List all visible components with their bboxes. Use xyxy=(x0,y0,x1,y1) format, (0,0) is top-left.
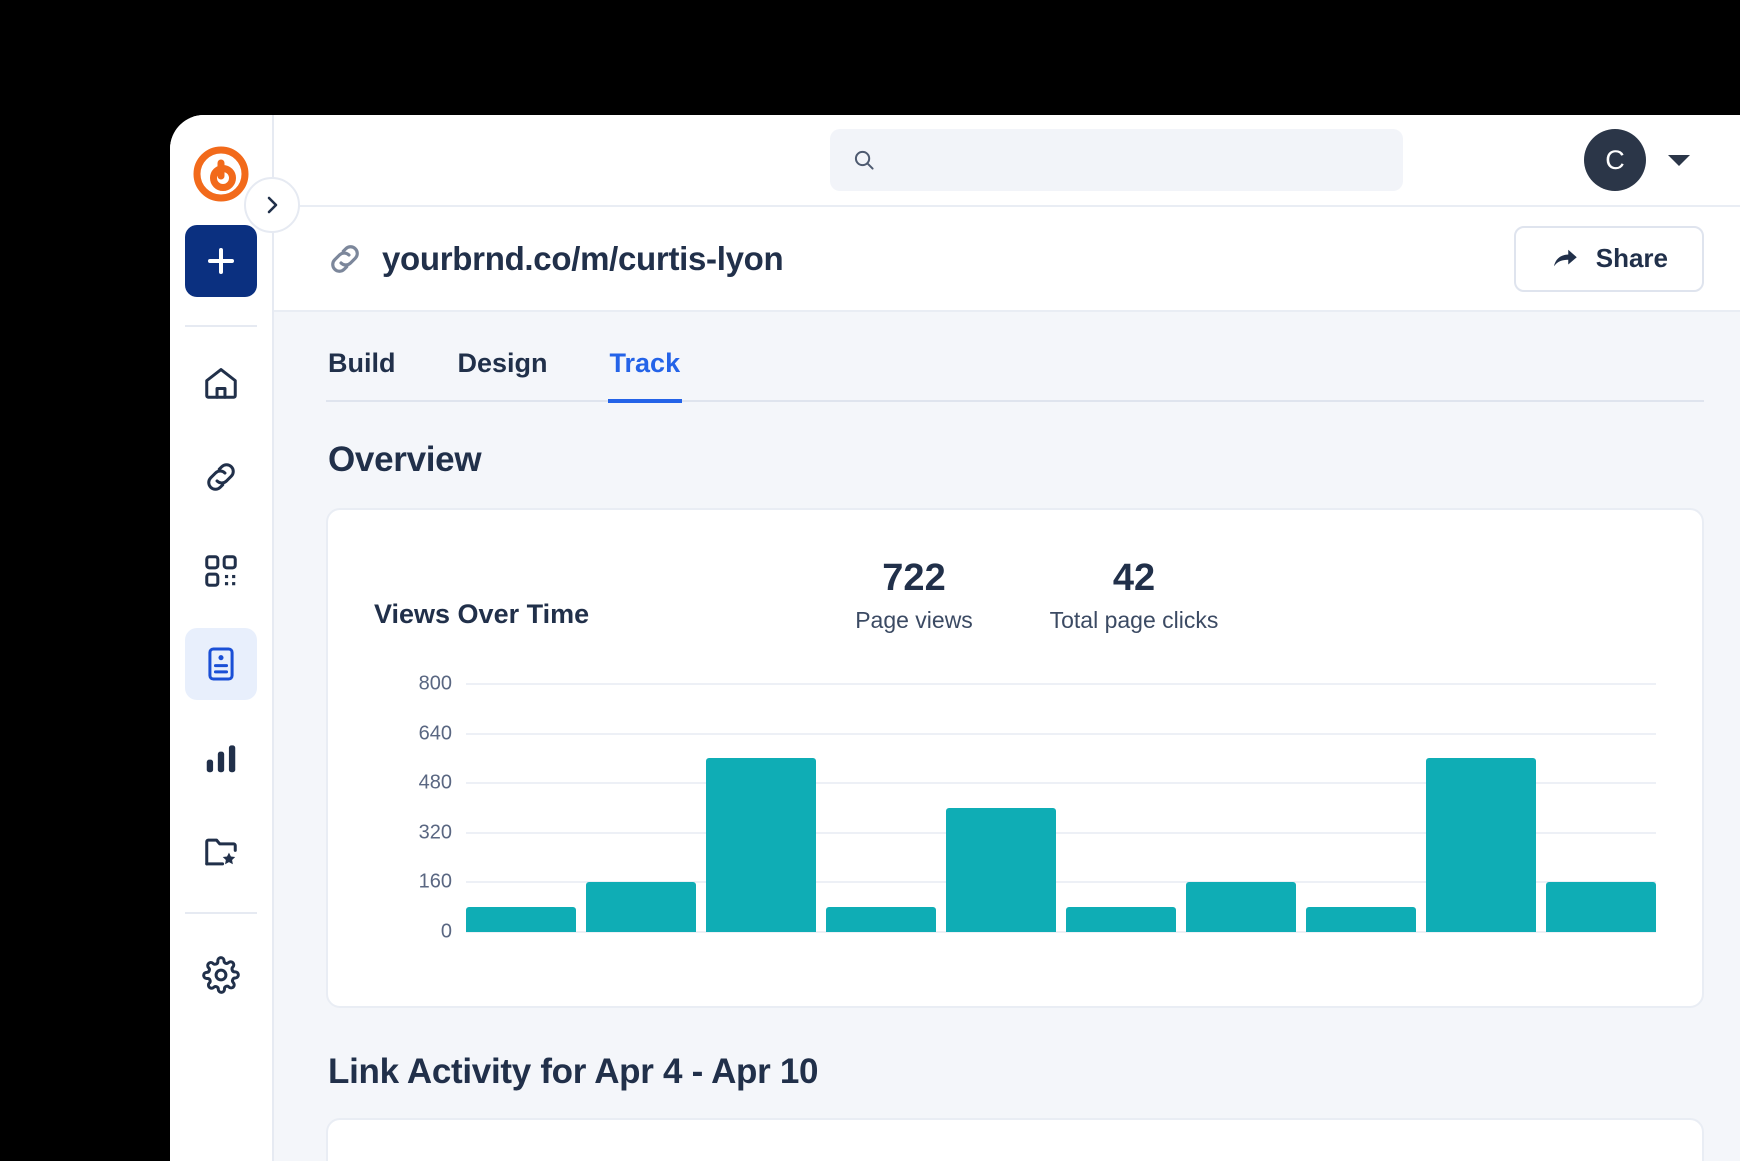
y-axis-tick-label: 640 xyxy=(374,722,452,745)
sidebar-item-settings[interactable] xyxy=(185,939,257,1011)
link-icon xyxy=(202,458,240,496)
chart-bar[interactable] xyxy=(1546,882,1656,932)
tab-build[interactable]: Build xyxy=(326,348,398,403)
stats-row: Views Over Time 722 Page views 42 Total … xyxy=(374,542,1656,634)
sidebar-item-pages[interactable] xyxy=(185,628,257,700)
bitly-logo[interactable] xyxy=(192,145,250,203)
stat-label: Total page clicks xyxy=(1024,607,1244,634)
share-button-label: Share xyxy=(1596,243,1668,274)
overview-heading: Overview xyxy=(328,440,1704,480)
main-content: C yourbrnd.co/m/curtis-lyon Share Build … xyxy=(274,115,1740,1161)
link-activity-heading: Link Activity for Apr 4 - Apr 10 xyxy=(328,1052,1704,1092)
sidebar-item-qr-codes[interactable] xyxy=(185,535,257,607)
stat-page-views: 722 Page views xyxy=(804,559,1024,634)
sidebar-item-analytics[interactable] xyxy=(185,722,257,794)
track-panel: Build Design Track Overview Views Over T… xyxy=(274,312,1740,1161)
stat-total-page-clicks: 42 Total page clicks xyxy=(1024,559,1244,634)
account-area: C xyxy=(1584,129,1704,191)
home-icon xyxy=(202,364,240,402)
chart-title: Views Over Time xyxy=(374,599,804,634)
chart-bar[interactable] xyxy=(466,907,576,932)
chart-bar[interactable] xyxy=(1066,907,1176,932)
link-activity-card xyxy=(326,1118,1704,1161)
y-axis-tick-label: 160 xyxy=(374,871,452,894)
chart-bar[interactable] xyxy=(946,808,1056,932)
share-button[interactable]: Share xyxy=(1514,226,1704,292)
avatar[interactable]: C xyxy=(1584,129,1646,191)
pages-icon xyxy=(202,645,240,683)
sidebar xyxy=(170,115,274,1161)
sidebar-bottom-divider xyxy=(185,912,257,914)
analytics-icon xyxy=(202,739,240,777)
link-icon xyxy=(326,240,364,278)
chart-bar[interactable] xyxy=(1306,907,1416,932)
sidebar-item-campaigns[interactable] xyxy=(185,816,257,888)
plus-icon xyxy=(206,246,236,276)
qr-code-icon xyxy=(202,552,240,590)
y-axis-tick-label: 0 xyxy=(374,921,452,944)
y-axis-tick-label: 480 xyxy=(374,772,452,795)
views-over-time-chart: 0 160 320 480 640 800 xyxy=(374,654,1656,954)
search-bar[interactable] xyxy=(830,129,1403,191)
share-arrow-icon xyxy=(1550,244,1580,274)
tab-track[interactable]: Track xyxy=(608,348,683,403)
tab-bar: Build Design Track xyxy=(326,312,1704,402)
bar-series xyxy=(466,684,1656,932)
chart-bar[interactable] xyxy=(1186,882,1296,932)
gear-icon xyxy=(202,956,240,994)
folder-star-icon xyxy=(202,833,240,871)
chevron-down-icon[interactable] xyxy=(1668,155,1690,166)
stat-value: 722 xyxy=(804,559,1024,599)
chart-bar[interactable] xyxy=(1426,758,1536,932)
top-bar: C xyxy=(274,115,1740,205)
create-new-button[interactable] xyxy=(185,225,257,297)
y-axis-tick-label: 800 xyxy=(374,673,452,696)
chart-bar[interactable] xyxy=(706,758,816,932)
page-header: yourbrnd.co/m/curtis-lyon Share xyxy=(274,205,1740,312)
sidebar-collapse-toggle[interactable] xyxy=(244,177,300,233)
app-window: C yourbrnd.co/m/curtis-lyon Share Build … xyxy=(170,115,1740,1161)
sidebar-divider xyxy=(185,325,257,327)
chevron-right-icon xyxy=(260,193,284,217)
page-title: yourbrnd.co/m/curtis-lyon xyxy=(382,240,783,278)
chart-bar[interactable] xyxy=(586,882,696,932)
search-input[interactable] xyxy=(890,149,1381,171)
stat-value: 42 xyxy=(1024,559,1244,599)
sidebar-item-links[interactable] xyxy=(185,441,257,513)
chart-bar[interactable] xyxy=(826,907,936,932)
y-axis-tick-label: 320 xyxy=(374,821,452,844)
stat-label: Page views xyxy=(804,607,1024,634)
overview-chart-card: Views Over Time 722 Page views 42 Total … xyxy=(326,508,1704,1008)
tab-design[interactable]: Design xyxy=(456,348,550,403)
search-icon xyxy=(852,147,876,173)
sidebar-item-home[interactable] xyxy=(185,348,257,420)
